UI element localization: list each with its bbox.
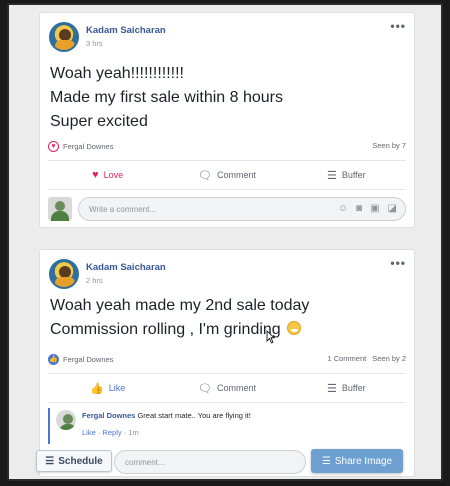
- post-stats: 👍 Fergal Downes 1 Comment Seen by 2: [48, 352, 406, 366]
- like-label: Like: [108, 383, 126, 393]
- post-stats: ♥ Fergal Downes Seen by 7: [48, 139, 406, 153]
- post-card: Kadam Saicharan 2 hrs ••• Woah yeah made…: [39, 249, 415, 477]
- comment-reply-link[interactable]: Reply: [102, 428, 121, 437]
- post-text: Woah yeah!!!!!!!!!!!! Made my first sale…: [50, 62, 283, 134]
- comment-bubble: Fergal Downes Great start mate.. You are…: [82, 411, 251, 420]
- post-author[interactable]: Kadam Saicharan: [86, 262, 166, 273]
- screenshot-frame: Kadam Saicharan 3 hrs ••• Woah yeah!!!!!…: [7, 3, 443, 481]
- camera-icon[interactable]: ◙: [356, 203, 362, 214]
- comment-label: Comment: [216, 383, 256, 393]
- post-line: Super excited: [50, 113, 148, 130]
- post-card: Kadam Saicharan 3 hrs ••• Woah yeah!!!!!…: [39, 12, 415, 228]
- author-avatar[interactable]: [49, 22, 79, 52]
- heart-icon: ♥: [92, 169, 99, 181]
- buffer-button[interactable]: ☰ Buffer: [287, 161, 406, 189]
- seen-count[interactable]: Seen by 7: [372, 141, 406, 150]
- reactor-name[interactable]: Fergal Downes: [63, 355, 113, 364]
- gif-icon[interactable]: ▣: [370, 203, 379, 214]
- post-time[interactable]: 3 hrs: [86, 39, 103, 48]
- comment-input[interactable]: Write a comment... ☺ ◙ ▣ ◪: [78, 197, 406, 221]
- post-line: Woah yeah!!!!!!!!!!!!: [50, 65, 184, 82]
- more-options-icon[interactable]: •••: [390, 19, 406, 33]
- buffer-stack-icon: ☰: [326, 169, 337, 182]
- comment-like-link[interactable]: Like: [82, 428, 96, 437]
- like-reaction-icon: 👍: [48, 354, 59, 365]
- share-image-button[interactable]: ☰ Share Image: [311, 449, 403, 473]
- post-line: Made my first sale within 8 hours: [50, 89, 283, 106]
- post-line: Woah yeah made my 2nd sale today: [50, 297, 310, 314]
- comment-meta: Like · Reply · 1m: [82, 428, 139, 437]
- buffer-label: Buffer: [341, 170, 366, 180]
- comment-count[interactable]: 1 Comment: [327, 354, 366, 363]
- like-button[interactable]: 👍 Like: [48, 374, 167, 402]
- thumbs-up-icon: 👍: [90, 382, 104, 395]
- comment-input[interactable]: comment...: [114, 450, 306, 474]
- love-button[interactable]: ♥ Love: [48, 161, 167, 189]
- comment-text: Great start mate.. You are flying it!: [137, 411, 251, 420]
- love-label: Love: [103, 170, 124, 180]
- buffer-stack-icon: ☰: [326, 382, 337, 395]
- buffer-logo-icon: ☰: [45, 455, 55, 467]
- post-actions: 👍 Like 🗨 Comment ☰ Buffer: [48, 373, 406, 403]
- emoji-icon[interactable]: ☺: [338, 203, 348, 214]
- post-actions: ♥ Love 🗨 Comment ☰ Buffer: [48, 160, 406, 190]
- commenter-name[interactable]: Fergal Downes: [82, 411, 135, 420]
- comment-composer: Write a comment... ☺ ◙ ▣ ◪: [48, 197, 406, 223]
- post-author[interactable]: Kadam Saicharan: [86, 25, 166, 36]
- post-time[interactable]: 2 hrs: [86, 276, 103, 285]
- buffer-button[interactable]: ☰ Buffer: [287, 374, 406, 402]
- user-avatar: [48, 197, 72, 221]
- share-image-label: Share Image: [334, 455, 393, 467]
- schedule-button[interactable]: ☰ Schedule: [36, 450, 112, 472]
- schedule-label: Schedule: [58, 455, 103, 467]
- sticker-icon[interactable]: ◪: [388, 203, 397, 214]
- seen-count[interactable]: Seen by 2: [372, 354, 406, 363]
- speech-bubble-icon: 🗨: [198, 382, 212, 395]
- comment-thread: Fergal Downes Great start mate.. You are…: [48, 408, 406, 444]
- comment-button[interactable]: 🗨 Comment: [167, 374, 286, 402]
- comment-placeholder: comment...: [125, 458, 165, 467]
- post-line: Commission rolling , I'm grinding: [50, 321, 281, 338]
- speech-bubble-icon: 🗨: [198, 169, 212, 182]
- mouse-pointer-icon: [266, 330, 275, 344]
- love-reaction-icon: ♥: [48, 141, 59, 152]
- comment-button[interactable]: 🗨 Comment: [167, 161, 286, 189]
- buffer-label: Buffer: [341, 383, 366, 393]
- reactor-name[interactable]: Fergal Downes: [63, 142, 113, 151]
- grinning-emoji-icon: [287, 321, 302, 335]
- comment-placeholder: Write a comment...: [89, 205, 156, 214]
- commenter-avatar[interactable]: [56, 410, 76, 430]
- comment-label: Comment: [216, 170, 256, 180]
- more-options-icon[interactable]: •••: [390, 256, 406, 270]
- buffer-logo-icon: ☰: [321, 455, 331, 467]
- author-avatar[interactable]: [49, 259, 79, 289]
- comment-time[interactable]: 1m: [128, 428, 138, 437]
